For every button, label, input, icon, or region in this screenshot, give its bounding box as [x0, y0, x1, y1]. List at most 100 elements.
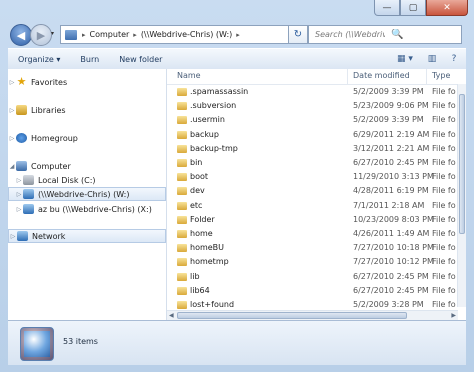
file-row[interactable]: lib64 6/27/2010 2:45 PM File fo	[167, 285, 466, 298]
nav-item-network[interactable]: ▷ Network	[8, 229, 166, 243]
folder-icon	[177, 159, 187, 167]
file-date-modified: 6/27/2010 2:45 PM	[353, 285, 429, 295]
help-icon[interactable]: ?	[448, 54, 460, 64]
file-row[interactable]: hometmp 7/27/2010 10:12 PM File fo	[167, 256, 466, 269]
refresh-button[interactable]: ↻	[288, 25, 308, 44]
network-icon	[17, 231, 28, 241]
file-row[interactable]: .spamassassin 5/2/2009 3:39 PM File fo	[167, 86, 466, 99]
expand-arrow-icon[interactable]: ▷	[8, 107, 16, 114]
folder-icon	[177, 230, 187, 238]
file-date-modified: 11/29/2010 3:13 PM	[353, 172, 434, 182]
breadcrumb-separator[interactable]: ▸	[234, 31, 242, 39]
vertical-scrollbar[interactable]	[457, 84, 466, 307]
collapse-arrow-icon[interactable]: ◢	[8, 163, 16, 170]
item-count: 53 items	[63, 337, 98, 346]
details-pane: 53 items	[8, 321, 466, 365]
file-row[interactable]: boot 11/29/2010 3:13 PM File fo	[167, 171, 466, 184]
nav-item-computer[interactable]: ◢ Computer	[8, 159, 166, 173]
scroll-right-icon[interactable]: ▶	[451, 312, 456, 319]
folder-icon	[177, 102, 187, 111]
folder-icon	[177, 187, 187, 196]
file-date-modified: 5/2/2009 3:39 PM	[353, 115, 424, 125]
search-input[interactable]: Search (\\Webdrive-Chris) (W:)	[309, 30, 385, 39]
network-drive-icon	[23, 189, 34, 199]
file-type: File fo	[432, 172, 456, 182]
expand-arrow-icon[interactable]: ▷	[9, 233, 17, 240]
file-name: hometmp	[190, 257, 229, 267]
computer-icon	[16, 161, 27, 171]
file-date-modified: 5/2/2009 3:39 PM	[353, 87, 424, 96]
nav-item-webdrive-w[interactable]: ▷ (\\Webdrive-Chris) (W:)	[8, 187, 166, 201]
back-button[interactable]: ◀	[10, 24, 32, 46]
file-row[interactable]: etc 7/1/2011 2:18 AM File fo	[167, 200, 466, 213]
column-header-type[interactable]: Type	[432, 71, 450, 80]
scroll-left-icon[interactable]: ◀	[169, 312, 174, 319]
file-date-modified: 5/23/2009 9:06 PM	[353, 101, 429, 111]
column-divider[interactable]	[426, 69, 427, 84]
vertical-scroll-thumb[interactable]	[459, 94, 465, 234]
expand-arrow-icon[interactable]: ▷	[15, 191, 23, 198]
file-row[interactable]: dev 4/28/2011 6:19 PM File fo	[167, 185, 466, 198]
file-row[interactable]: backup 6/29/2011 2:19 AM File fo	[167, 129, 466, 142]
preview-pane-icon[interactable]: ▥	[426, 54, 438, 64]
new-folder-button[interactable]: New folder	[109, 55, 172, 64]
recent-pages-dropdown[interactable]: ▾	[51, 30, 54, 37]
file-row[interactable]: home 4/26/2011 1:49 AM File fo	[167, 228, 466, 241]
expand-arrow-icon[interactable]: ▷	[15, 206, 23, 213]
file-date-modified: 3/12/2011 2:21 AM	[353, 143, 430, 153]
file-name: lost+found	[190, 300, 235, 309]
folder-icon	[177, 258, 187, 267]
view-options-icon[interactable]: ▦ ▾	[394, 54, 416, 64]
minimize-button[interactable]: —	[374, 0, 400, 16]
file-type: File fo	[432, 257, 456, 267]
folder-icon	[177, 244, 187, 253]
nav-item-libraries[interactable]: ▷ Libraries	[8, 103, 166, 117]
search-box[interactable]: Search (\\Webdrive-Chris) (W:) 🔍	[308, 25, 462, 44]
search-icon[interactable]: 🔍	[385, 29, 461, 40]
nav-item-label: (\\Webdrive-Chris) (W:)	[38, 189, 130, 199]
horizontal-scroll-thumb[interactable]	[177, 312, 407, 319]
file-date-modified: 7/1/2011 2:18 AM	[353, 200, 425, 210]
nav-item-favorites[interactable]: ▷ ★ Favorites	[8, 75, 166, 89]
breadcrumb-separator[interactable]: ▸	[80, 31, 88, 39]
breadcrumb-separator[interactable]: ▸	[131, 31, 139, 39]
file-date-modified: 7/27/2010 10:18 PM	[353, 243, 434, 253]
folder-icon	[177, 201, 187, 210]
file-row[interactable]: .usermin 5/2/2009 3:39 PM File fo	[167, 114, 466, 127]
file-row[interactable]: .subversion 5/23/2009 9:06 PM File fo	[167, 100, 466, 113]
file-row[interactable]: lib 6/27/2010 2:45 PM File fo	[167, 271, 466, 284]
column-divider[interactable]	[347, 69, 348, 84]
expand-arrow-icon[interactable]: ▷	[15, 177, 23, 184]
forward-button[interactable]: ▶	[30, 24, 52, 46]
network-drive-icon	[23, 204, 34, 214]
burn-button[interactable]: Burn	[70, 55, 109, 64]
nav-item-webdrive-x[interactable]: ▷ az bu (\\Webdrive-Chris) (X:)	[8, 202, 166, 216]
horizontal-scrollbar[interactable]: ◀ ▶	[167, 310, 458, 320]
file-row[interactable]: Folder 10/23/2009 8:03 PM File fo	[167, 214, 466, 227]
caption-buttons: — ▢ ✕	[374, 0, 468, 17]
expand-arrow-icon[interactable]: ▷	[8, 79, 16, 86]
file-name: homeBU	[190, 243, 225, 253]
maximize-button[interactable]: ▢	[400, 0, 426, 16]
organize-menu[interactable]: Organize ▾	[8, 55, 70, 64]
file-row[interactable]: bin 6/27/2010 2:45 PM File fo	[167, 157, 466, 170]
network-drive-icon	[20, 327, 54, 361]
file-type: File fo	[432, 115, 456, 125]
column-header-name[interactable]: Name	[177, 71, 201, 80]
file-name: boot	[190, 172, 209, 182]
close-button[interactable]: ✕	[426, 0, 468, 16]
file-name: dev	[190, 186, 205, 196]
nav-item-label: Favorites	[31, 77, 68, 87]
breadcrumb-computer[interactable]: Computer	[88, 30, 132, 39]
breadcrumb-webdrive[interactable]: (\\Webdrive-Chris) (W:)	[139, 30, 234, 39]
nav-item-homegroup[interactable]: ▷ Homegroup	[8, 131, 166, 145]
nav-item-local-disk[interactable]: ▷ Local Disk (C:)	[8, 173, 166, 187]
folder-icon	[177, 272, 187, 281]
file-row[interactable]: homeBU 7/27/2010 10:18 PM File fo	[167, 242, 466, 255]
address-bar[interactable]: ▸ Computer ▸ (\\Webdrive-Chris) (W:) ▸ ▾	[60, 25, 306, 44]
column-header-date[interactable]: Date modified	[353, 71, 410, 80]
file-name: lib	[190, 271, 200, 281]
file-type: File fo	[432, 158, 456, 167]
file-row[interactable]: backup-tmp 3/12/2011 2:21 AM File fo	[167, 143, 466, 156]
expand-arrow-icon[interactable]: ▷	[8, 135, 16, 142]
